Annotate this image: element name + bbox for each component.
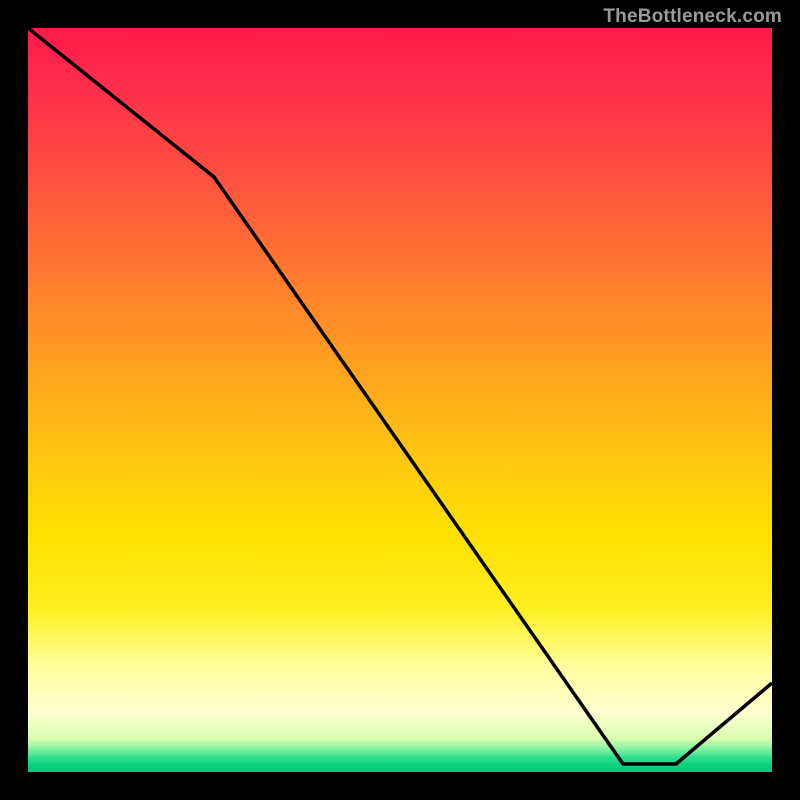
chart-container: TheBottleneck.com bbox=[0, 0, 800, 800]
plot-area bbox=[28, 28, 772, 772]
watermark-text: TheBottleneck.com bbox=[603, 6, 782, 28]
bottleneck-curve bbox=[28, 28, 772, 772]
curve-path bbox=[28, 28, 772, 764]
